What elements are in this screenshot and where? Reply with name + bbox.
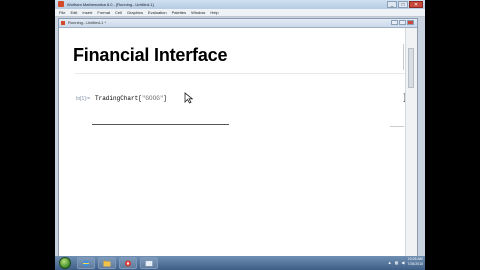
taskbar-window-button[interactable] — [140, 257, 158, 269]
start-button[interactable] — [59, 257, 71, 269]
notebook-heading: Financial Interface — [73, 45, 228, 65]
code-string: "GOOG" — [141, 95, 164, 102]
mathematica-icon — [125, 260, 131, 267]
input-cell[interactable]: TradingChart["GOOG"] — [95, 95, 167, 102]
notebook-window: Running...Untitled-1 * Financial Interfa… — [58, 18, 418, 269]
system-tray: ▲ ▦ ◀ 10:26 AM 7/26/2010 — [388, 257, 423, 267]
title-cell-bracket[interactable] — [401, 44, 404, 70]
code-function: TradingChart[ — [95, 95, 142, 102]
vertical-scrollbar[interactable] — [405, 28, 417, 258]
notebook-minimize-button[interactable] — [391, 20, 398, 25]
output-cell-bracket — [390, 126, 404, 127]
taskbar: ▲ ▦ ◀ 10:26 AM 7/26/2010 — [55, 256, 425, 270]
internet-explorer-icon — [83, 260, 89, 267]
menu-edit[interactable]: Edit — [70, 10, 77, 15]
folder-icon — [103, 260, 111, 267]
menu-evaluation[interactable]: Evaluation — [148, 10, 167, 15]
menu-palettes[interactable]: Palettes — [172, 10, 186, 15]
app-title-bar[interactable]: Wolfram Mathematica 8.0 - [Running...Unt… — [55, 0, 425, 9]
menu-graphics[interactable]: Graphics — [127, 10, 143, 15]
heading-underline — [75, 73, 405, 74]
notebook-window-controls — [391, 20, 414, 25]
maximize-button[interactable]: □ — [398, 1, 408, 8]
notebook-icon — [61, 21, 65, 25]
menu-format[interactable]: Format — [97, 10, 110, 15]
menu-cell[interactable]: Cell — [115, 10, 122, 15]
menu-help[interactable]: Help — [210, 10, 218, 15]
code-close: ] — [163, 95, 168, 102]
clock-date: 7/26/2010 — [407, 262, 423, 266]
menu-bar: File Edit Insert Format Cell Graphics Ev… — [55, 9, 425, 17]
menu-window[interactable]: Window — [191, 10, 205, 15]
input-label: In[1]:= — [76, 96, 91, 102]
notebook-title-bar[interactable]: Running...Untitled-1 * — [59, 19, 417, 28]
menu-insert[interactable]: Insert — [82, 10, 92, 15]
notebook-content[interactable]: Financial Interface In[1]:= TradingChart… — [59, 28, 408, 258]
desktop-screen: Wolfram Mathematica 8.0 - [Running...Unt… — [55, 0, 425, 270]
taskbar-ie-button[interactable] — [77, 257, 95, 269]
minimize-button[interactable]: _ — [387, 1, 397, 8]
cell-insertion-line[interactable] — [92, 124, 229, 125]
network-icon[interactable]: ▦ — [395, 260, 399, 265]
mathematica-app-icon — [58, 1, 64, 7]
close-button[interactable]: ✕ — [409, 1, 423, 8]
notebook-close-button[interactable] — [407, 20, 414, 25]
scrollbar-thumb[interactable] — [408, 48, 414, 88]
taskbar-mathematica-button[interactable] — [119, 257, 137, 269]
system-clock[interactable]: 10:26 AM 7/26/2010 — [407, 257, 423, 267]
application-window-icon — [145, 260, 153, 267]
notebook-title: Running...Untitled-1 * — [68, 20, 107, 25]
menu-file[interactable]: File — [59, 10, 65, 15]
notebook-maximize-button[interactable] — [399, 20, 406, 25]
tray-arrow-icon[interactable]: ▲ — [388, 260, 392, 265]
app-window-title: Wolfram Mathematica 8.0 - [Running...Unt… — [67, 2, 154, 7]
mouse-cursor-icon — [184, 92, 193, 104]
volume-icon[interactable]: ◀ — [401, 260, 404, 265]
taskbar-explorer-button[interactable] — [98, 257, 116, 269]
window-controls: _ □ ✕ — [387, 1, 423, 8]
